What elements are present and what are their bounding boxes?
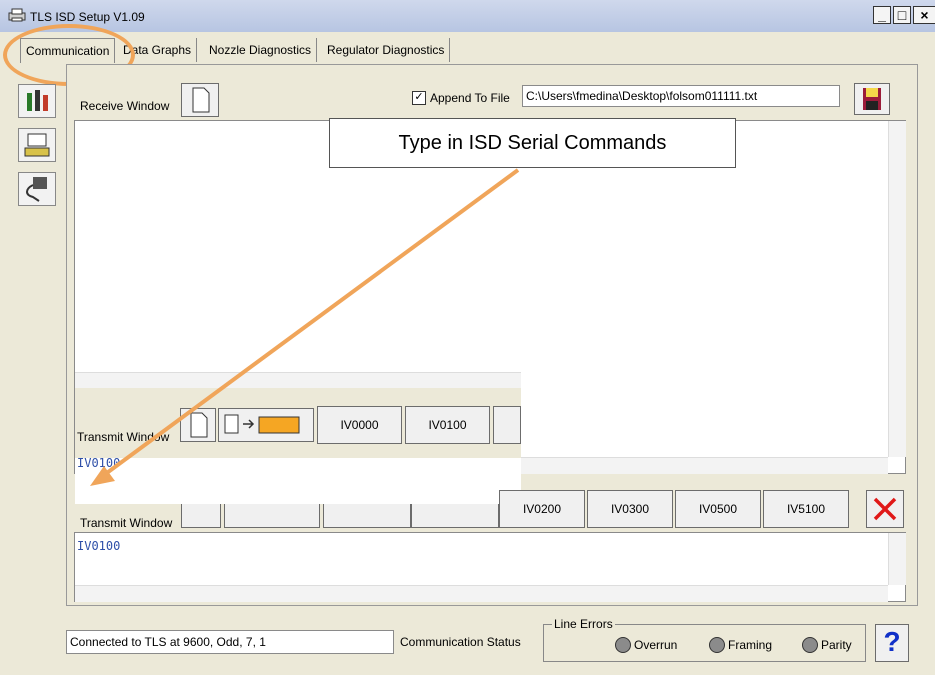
annotation-arrow — [90, 168, 520, 486]
app-window: TLS ISD Setup V1.09 _ □ × Communication … — [0, 0, 935, 675]
